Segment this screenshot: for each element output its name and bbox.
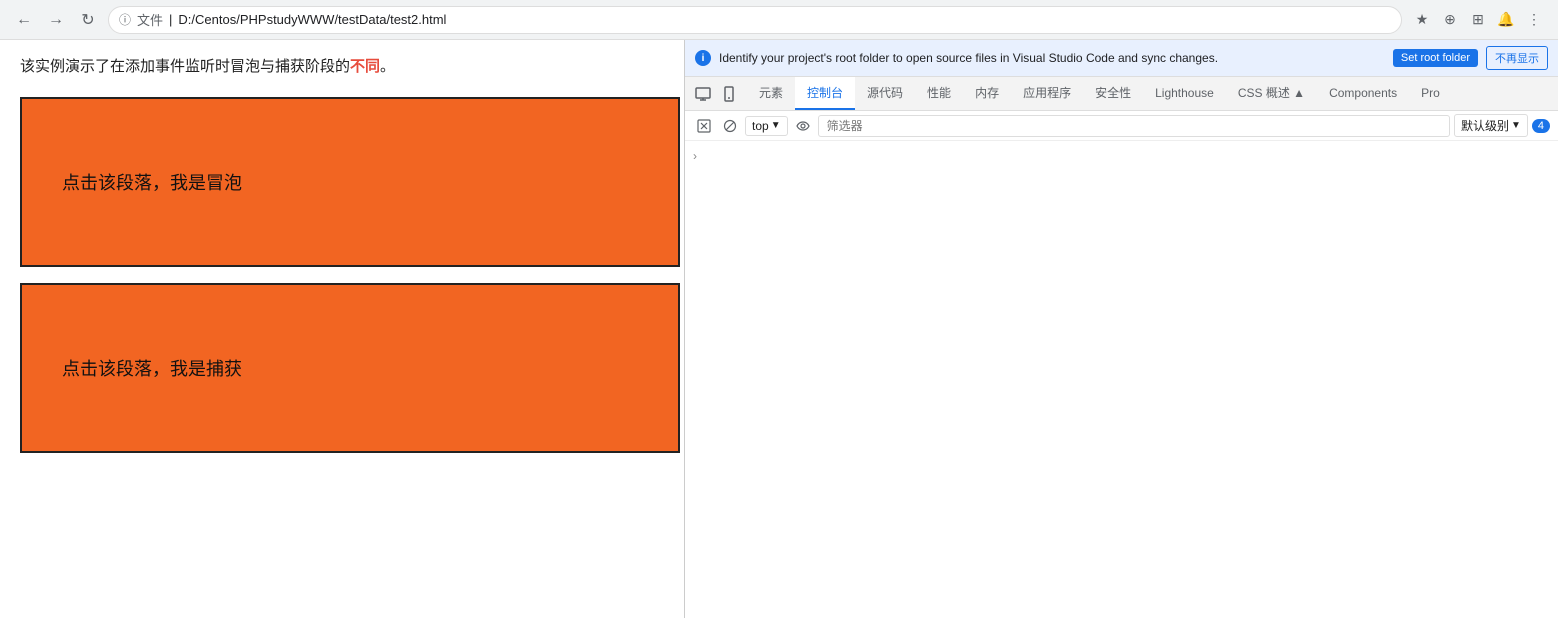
message-count-badge: 4 bbox=[1532, 119, 1550, 133]
tab-sources[interactable]: 源代码 bbox=[855, 77, 915, 110]
highlight-text: 不同 bbox=[350, 58, 380, 75]
set-root-button[interactable]: Set root folder bbox=[1393, 49, 1478, 67]
address-text: D:/Centos/PHPstudyWWW/testData/test2.htm… bbox=[178, 12, 446, 27]
clear-console-button[interactable] bbox=[693, 115, 715, 137]
reload-button[interactable]: ↻ bbox=[76, 8, 100, 32]
notification-button[interactable]: 🔔 bbox=[1494, 8, 1518, 32]
context-dropdown[interactable]: top ▼ bbox=[745, 116, 788, 136]
info-message: Identify your project's root folder to o… bbox=[719, 51, 1385, 65]
tab-memory[interactable]: 内存 bbox=[963, 77, 1011, 110]
tab-application[interactable]: 应用程序 bbox=[1011, 77, 1083, 110]
capture-box-text: 点击该段落，我是捕获 bbox=[62, 355, 242, 381]
console-chevron-icon[interactable]: › bbox=[693, 149, 697, 163]
menu-button[interactable]: ⋮ bbox=[1522, 8, 1546, 32]
address-bar[interactable]: ⓘ 文件 | D:/Centos/PHPstudyWWW/testData/te… bbox=[108, 6, 1402, 34]
info-circle-icon: i bbox=[695, 50, 711, 66]
window-button[interactable]: ⊞ bbox=[1466, 8, 1490, 32]
ban-button[interactable] bbox=[719, 115, 741, 137]
top-label: top bbox=[752, 119, 769, 133]
tab-performance[interactable]: 性能 bbox=[915, 77, 963, 110]
page-description: 该实例演示了在添加事件监听时冒泡与捕获阶段的不同。 bbox=[20, 56, 664, 79]
capture-box[interactable]: 点击该段落，我是捕获 bbox=[20, 283, 680, 453]
level-dropdown[interactable]: 默认级别 ▼ bbox=[1454, 114, 1528, 137]
browser-chrome: ← → ↻ ⓘ 文件 | D:/Centos/PHPstudyWWW/testD… bbox=[0, 0, 1558, 40]
tab-security[interactable]: 安全性 bbox=[1083, 77, 1143, 110]
devtools-panel: i Identify your project's root folder to… bbox=[685, 40, 1558, 618]
browser-actions: ★ ⊕ ⊞ 🔔 ⋮ bbox=[1410, 8, 1546, 32]
bookmark-button[interactable]: ★ bbox=[1410, 8, 1434, 32]
tab-pro[interactable]: Pro bbox=[1409, 77, 1452, 110]
level-arrow: ▼ bbox=[1511, 120, 1521, 131]
main-layout: 该实例演示了在添加事件监听时冒泡与捕获阶段的不同。 点击该段落，我是冒泡 点击该… bbox=[0, 40, 1558, 618]
bubble-box-text: 点击该段落，我是冒泡 bbox=[62, 169, 242, 195]
tab-icon-group bbox=[685, 82, 747, 106]
console-toolbar: top ▼ 默认级别 ▼ 4 bbox=[685, 111, 1558, 141]
level-label: 默认级别 bbox=[1461, 117, 1509, 134]
desc-text: 该实例演示了在添加事件监听时冒泡与捕获阶段的 bbox=[20, 58, 350, 75]
tab-css[interactable]: CSS 概述 ▲ bbox=[1226, 77, 1317, 110]
separator: | bbox=[169, 12, 172, 27]
console-area[interactable]: › bbox=[685, 141, 1558, 618]
bubble-box[interactable]: 点击该段落，我是冒泡 bbox=[20, 97, 680, 267]
info-bar: i Identify your project's root folder to… bbox=[685, 40, 1558, 77]
info-icon: ⓘ bbox=[119, 11, 131, 28]
forward-button[interactable]: → bbox=[44, 8, 68, 32]
profile-button[interactable]: ⊕ bbox=[1438, 8, 1462, 32]
tab-console[interactable]: 控制台 bbox=[795, 77, 855, 110]
devtools-tabs: 元素 控制台 源代码 性能 内存 应用程序 安全性 Lighthouse bbox=[685, 77, 1558, 111]
screen-toggle-icon[interactable] bbox=[691, 82, 715, 106]
dismiss-button[interactable]: 不再显示 bbox=[1486, 46, 1548, 70]
filter-input[interactable] bbox=[818, 115, 1450, 137]
tab-lighthouse[interactable]: Lighthouse bbox=[1143, 77, 1226, 110]
tab-elements[interactable]: 元素 bbox=[747, 77, 795, 110]
eye-button[interactable] bbox=[792, 115, 814, 137]
desc-end: 。 bbox=[380, 58, 395, 75]
back-button[interactable]: ← bbox=[12, 8, 36, 32]
mobile-toggle-icon[interactable] bbox=[717, 82, 741, 106]
page-content: 该实例演示了在添加事件监听时冒泡与捕获阶段的不同。 点击该段落，我是冒泡 点击该… bbox=[0, 40, 685, 618]
file-label: 文件 bbox=[137, 10, 163, 29]
dropdown-arrow: ▼ bbox=[771, 120, 781, 131]
tab-components[interactable]: Components bbox=[1317, 77, 1409, 110]
